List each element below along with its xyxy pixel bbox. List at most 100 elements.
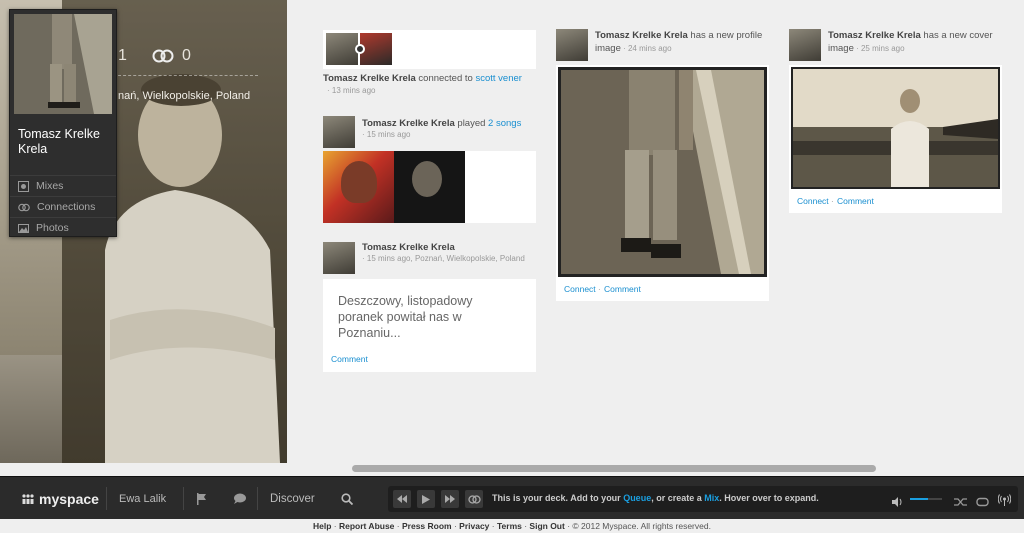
- connections-icon: [18, 203, 30, 211]
- nav-item-mixes[interactable]: Mixes: [10, 175, 116, 196]
- discover-link[interactable]: Discover: [270, 477, 315, 520]
- bottom-bar: myspace Ewa Lalik Discover This is your …: [0, 476, 1024, 519]
- photos-icon: [18, 223, 29, 233]
- notifications-icon[interactable]: [196, 477, 207, 520]
- footer: Help · Report Abuse · Press Room · Priva…: [0, 520, 1024, 533]
- cover-image-photo: [793, 69, 998, 187]
- myspace-logo[interactable]: myspace: [22, 477, 99, 520]
- footer-link-terms[interactable]: Terms: [497, 521, 522, 531]
- search-icon[interactable]: [341, 477, 353, 520]
- comment-link[interactable]: Comment: [331, 354, 368, 364]
- play-icon: [422, 494, 430, 504]
- status-card: Deszczowy, listopadowy poranek powitał n…: [323, 279, 536, 372]
- fast-forward-icon: [445, 495, 455, 503]
- activity-actor[interactable]: Tomasz Krelke Krela: [595, 30, 688, 41]
- copyright: © 2012 Myspace. All rights reserved.: [572, 521, 711, 531]
- connect-link[interactable]: Connect: [797, 196, 829, 206]
- profile-photo-image: [14, 14, 112, 114]
- connections-count: 0: [182, 47, 191, 64]
- volume-slider[interactable]: [910, 498, 942, 500]
- activity-actor[interactable]: Tomasz Krelke Krela: [323, 73, 416, 84]
- activity-actor[interactable]: Tomasz Krelke Krela: [362, 242, 455, 253]
- activity-time: · 24 mins ago: [620, 44, 672, 53]
- cover-image-activity: Tomasz Krelke Krela has a new cover imag…: [828, 29, 1008, 55]
- forward-button[interactable]: [441, 490, 459, 508]
- activity-time: · 13 mins ago: [327, 86, 376, 95]
- profile-photo[interactable]: [14, 14, 112, 114]
- profile-nav: Mixes Connections Photos: [10, 175, 116, 238]
- nav-item-photos[interactable]: Photos: [10, 217, 116, 238]
- cover-image[interactable]: [791, 67, 1000, 189]
- profile-image-activity: Tomasz Krelke Krela has a new profile im…: [595, 29, 775, 55]
- horizontal-scrollbar[interactable]: [352, 465, 876, 472]
- songs-card: [323, 151, 536, 223]
- mixes-icon: [18, 180, 29, 192]
- actor-avatar[interactable]: [556, 29, 588, 61]
- nav-label: Mixes: [36, 180, 64, 192]
- actor-avatar[interactable]: [323, 116, 355, 148]
- queue-link[interactable]: Queue: [623, 493, 651, 503]
- messages-icon[interactable]: [232, 477, 246, 520]
- hero-lake: [0, 355, 62, 463]
- actor-avatar[interactable]: [789, 29, 821, 61]
- footer-link-sign-out[interactable]: Sign Out: [529, 521, 564, 531]
- deck-message: This is your deck. Add to your Queue, or…: [492, 493, 819, 503]
- profile-location: nań, Wielkopolskie, Poland: [118, 90, 251, 102]
- actor-avatar[interactable]: [326, 33, 358, 65]
- connect-deck-button[interactable]: [465, 490, 483, 508]
- music-deck[interactable]: This is your deck. Add to your Queue, or…: [388, 486, 1018, 512]
- actor-avatar[interactable]: [323, 242, 355, 274]
- status-text: Deszczowy, listopadowy poranek powitał n…: [338, 294, 473, 340]
- profile-image-card: Connect · Comment: [556, 65, 769, 301]
- play-button[interactable]: [417, 490, 435, 508]
- activity-time: · 15 mins ago, Poznań, Wielkopolskie, Po…: [362, 254, 525, 263]
- mix-link[interactable]: Mix: [704, 493, 719, 503]
- status-activity: Tomasz Krelke Krela: [362, 241, 537, 254]
- mixes-count[interactable]: 1: [118, 47, 127, 65]
- repeat-icon[interactable]: [976, 494, 989, 512]
- connections-count-group[interactable]: 0: [152, 47, 191, 65]
- nav-label: Connections: [37, 201, 96, 213]
- activity-actor[interactable]: Tomasz Krelke Krela: [362, 118, 455, 129]
- connections-icon: [467, 494, 481, 504]
- connected-activity: Tomasz Krelke Krela connected to scott v…: [323, 72, 536, 85]
- rewind-button[interactable]: [393, 490, 411, 508]
- activity-actor[interactable]: Tomasz Krelke Krela: [828, 30, 921, 41]
- volume-level: [910, 498, 928, 500]
- profile-image[interactable]: [558, 67, 767, 277]
- feed-card-connected: [323, 30, 536, 69]
- hero-portrait: [105, 74, 280, 463]
- activity-target[interactable]: scott vener: [475, 73, 521, 84]
- user-name[interactable]: Ewa Lalik: [119, 477, 166, 520]
- logo-text: myspace: [39, 490, 99, 507]
- connect-link[interactable]: Connect: [564, 284, 596, 294]
- activity-time: · 15 mins ago: [362, 130, 411, 139]
- connect-badge-icon: [355, 44, 365, 54]
- myspace-logo-icon: [22, 493, 34, 504]
- activity-time: · 25 mins ago: [853, 44, 905, 53]
- cover-image-card: Connect · Comment: [789, 65, 1002, 213]
- footer-link-privacy[interactable]: Privacy: [459, 521, 489, 531]
- connections-icon: [152, 49, 174, 63]
- connection-avatar[interactable]: [355, 33, 392, 65]
- divider: [118, 75, 258, 76]
- activity-verb: played: [454, 118, 489, 129]
- footer-link-press-room[interactable]: Press Room: [402, 521, 452, 531]
- activity-target[interactable]: 2 songs: [488, 118, 521, 129]
- song-cover-2[interactable]: [394, 151, 465, 223]
- played-activity: Tomasz Krelke Krela played 2 songs: [362, 117, 537, 130]
- comment-link[interactable]: Comment: [837, 196, 874, 206]
- profile-image-photo: [561, 70, 764, 274]
- volume-icon[interactable]: [892, 494, 903, 512]
- comment-link[interactable]: Comment: [604, 284, 641, 294]
- nav-item-connections[interactable]: Connections: [10, 196, 116, 217]
- rewind-icon: [397, 495, 407, 503]
- footer-link-report-abuse[interactable]: Report Abuse: [339, 521, 394, 531]
- profile-name[interactable]: Tomasz Krelke Krela: [18, 127, 114, 157]
- broadcast-icon[interactable]: [997, 493, 1012, 511]
- footer-link-help[interactable]: Help: [313, 521, 331, 531]
- song-cover-1[interactable]: [323, 151, 394, 223]
- shuffle-icon[interactable]: [954, 494, 967, 512]
- profile-card: Tomasz Krelke Krela Mixes Connections Ph…: [9, 9, 117, 237]
- activity-verb: connected to: [415, 73, 476, 84]
